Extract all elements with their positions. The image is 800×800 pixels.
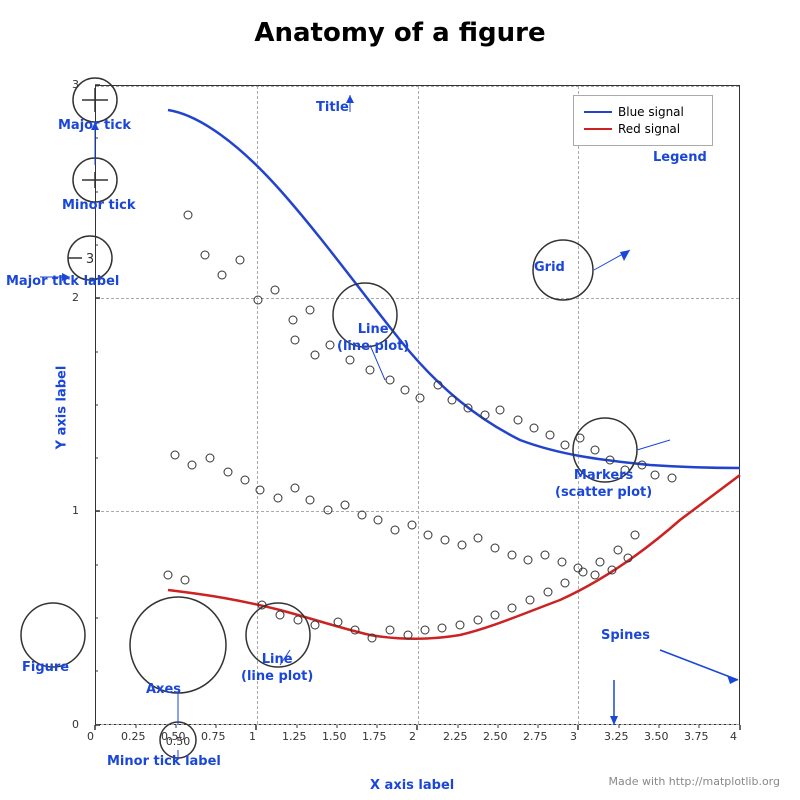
x-tick-4: 4 — [730, 730, 737, 743]
legend-item-red: Red signal — [584, 122, 702, 136]
footer-text: Made with http://matplotlib.org — [609, 775, 781, 788]
x-tick-050: 0.50 — [161, 730, 186, 743]
grid-line-bottom — [96, 724, 739, 725]
legend-ann: Legend — [653, 150, 707, 165]
legend-line-red — [584, 128, 612, 130]
legend-line-blue — [584, 111, 612, 113]
figure-ann: Figure — [22, 660, 69, 675]
x-tick-2: 2 — [409, 730, 416, 743]
x-tick-250: 2.50 — [483, 730, 508, 743]
grid-line-v2 — [418, 86, 419, 724]
major-tick-label: Major tick — [58, 118, 131, 133]
svg-text:3: 3 — [86, 252, 94, 267]
chart-title: Anatomy of a figure — [0, 18, 800, 48]
x-tick-225: 2.25 — [443, 730, 468, 743]
x-tick-025: 0.25 — [121, 730, 146, 743]
grid-line-v3 — [578, 86, 579, 724]
x-tick-150: 1.50 — [322, 730, 347, 743]
legend-box: Blue signal Red signal — [573, 95, 713, 146]
legend-item-blue: Blue signal — [584, 105, 702, 119]
legend-label-red: Red signal — [618, 122, 680, 136]
x-tick-175: 1.75 — [362, 730, 387, 743]
y-tick-1: 1 — [72, 504, 79, 517]
legend-label-blue: Blue signal — [618, 105, 684, 119]
x-tick-325: 3.25 — [604, 730, 629, 743]
x-tick-3: 3 — [570, 730, 577, 743]
x-axis-label: X axis label — [370, 778, 454, 793]
y-tick-2: 2 — [72, 291, 79, 304]
axes-ann: Axes — [146, 682, 181, 697]
title-ann: Title — [316, 100, 349, 115]
x-tick-0: 0 — [87, 730, 94, 743]
line-plot-ann2: Line(line plot) — [241, 652, 313, 686]
minor-tick-label-ann: Minor tick label — [107, 754, 221, 769]
x-tick-275: 2.75 — [523, 730, 548, 743]
x-tick-375: 3.75 — [684, 730, 709, 743]
spines-ann: Spines — [601, 628, 650, 643]
markers-ann: Markers(scatter plot) — [555, 468, 652, 502]
major-tick-label-ann: Major tick label — [6, 274, 119, 289]
y-tick-0: 0 — [72, 718, 79, 731]
minor-tick-label: Minor tick — [62, 198, 136, 213]
y-axis-label: Y axis label — [54, 366, 69, 450]
y-tick-3: 3 — [72, 78, 79, 91]
main-container: Anatomy of a figure — [0, 0, 800, 800]
x-tick-1: 1 — [249, 730, 256, 743]
grid-line-v1 — [257, 86, 258, 724]
x-tick-125: 1.25 — [282, 730, 307, 743]
line-plot-ann: Line(line plot) — [337, 322, 409, 356]
grid-ann: Grid — [534, 260, 565, 275]
x-tick-075: 0.75 — [201, 730, 226, 743]
x-tick-350: 3.50 — [644, 730, 669, 743]
